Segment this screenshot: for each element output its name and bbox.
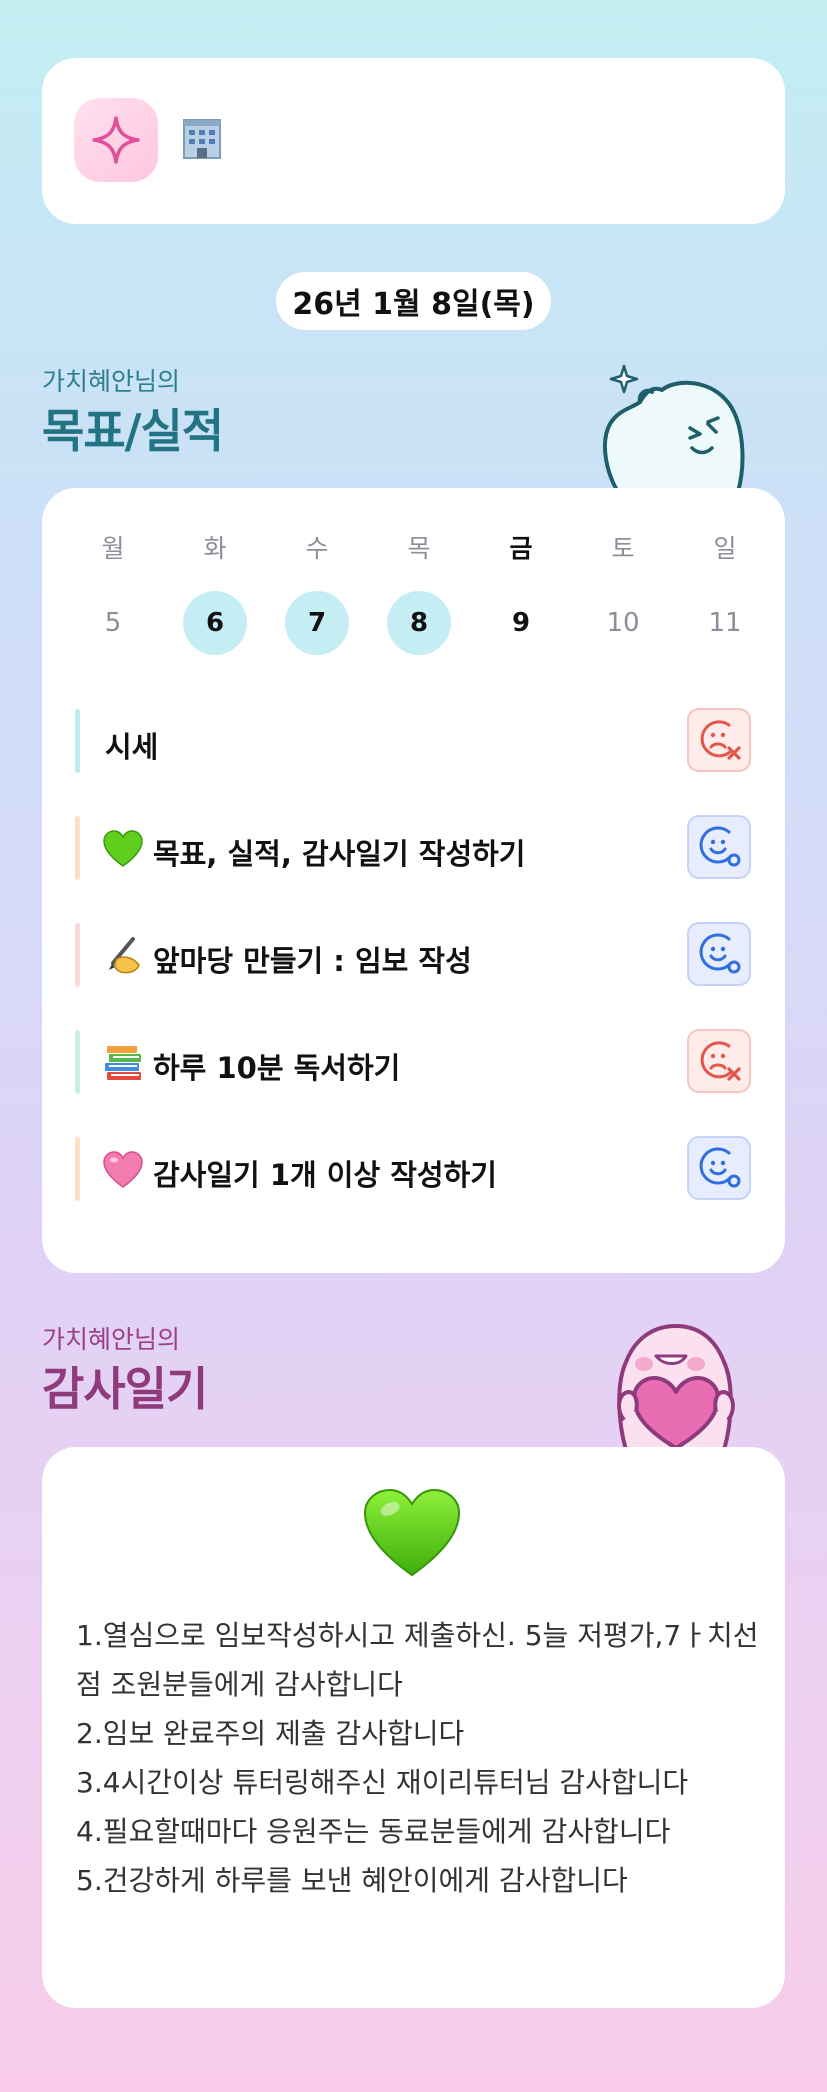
green-heart-icon <box>362 1487 462 1579</box>
weekday-wed: 수 <box>305 534 329 563</box>
weekday-row: 월 화 수 목 금 토 일 <box>78 514 758 584</box>
status-done-button[interactable] <box>687 922 751 986</box>
books-icon <box>103 1044 143 1082</box>
green-heart-icon <box>103 830 143 868</box>
smile-check-icon <box>699 1147 741 1188</box>
goal-item[interactable]: 앞마당 만들기 : 임보 작성 <box>75 920 755 990</box>
pink-heart-icon <box>103 1151 143 1189</box>
goals-section-title: 목표/실적 <box>42 404 224 458</box>
weekday-thu: 목 <box>407 534 431 563</box>
goal-label: 목표, 실적, 감사일기 작성하기 <box>153 837 526 871</box>
smile-check-icon <box>699 933 741 974</box>
gratitude-diary-card[interactable]: 1.열심으로 임보작성하시고 제출하신. 5늘 저평가,7ㅏ치선점 조원분들에게… <box>42 1447 785 2008</box>
date-cell-completed[interactable]: 6 <box>180 588 250 658</box>
date-cell[interactable]: 11 <box>690 588 760 658</box>
goal-color-bar <box>75 1137 80 1201</box>
weekday-tue: 화 <box>203 534 227 563</box>
goals-card: 월 화 수 목 금 토 일 5 6 7 8 9 10 11 시세 목표, 실적,… <box>42 488 785 1273</box>
status-failed-button[interactable] <box>687 708 751 772</box>
profile-card <box>42 58 785 224</box>
date-cell-completed[interactable]: 7 <box>282 588 352 658</box>
date-cell-completed[interactable]: 8 <box>384 588 454 658</box>
writing-hand-icon <box>103 937 143 975</box>
date-cell-today[interactable]: 9 <box>486 588 556 658</box>
mascot-ghost-illustration <box>596 362 752 494</box>
status-done-button[interactable] <box>687 1136 751 1200</box>
diary-entry-text: 1.열심으로 임보작성하시고 제출하신. 5늘 저평가,7ㅏ치선점 조원분들에게… <box>76 1619 759 1897</box>
date-cell[interactable]: 10 <box>588 588 658 658</box>
goal-item[interactable]: 목표, 실적, 감사일기 작성하기 <box>75 813 755 883</box>
status-done-button[interactable] <box>687 815 751 879</box>
goal-item[interactable]: 하루 10분 독서하기 <box>75 1027 755 1097</box>
goal-color-bar <box>75 816 80 880</box>
sad-face-x-icon <box>700 720 741 760</box>
weekday-fri: 금 <box>509 534 533 563</box>
weekday-mon: 월 <box>101 534 125 563</box>
status-failed-button[interactable] <box>687 1029 751 1093</box>
date-cell[interactable]: 5 <box>78 588 148 658</box>
goal-color-bar <box>75 709 80 773</box>
smile-check-icon <box>699 826 741 867</box>
goals-owner-label: 가치혜안님의 <box>42 367 181 396</box>
diary-owner-label: 가치혜안님의 <box>42 1325 181 1354</box>
date-label: 26년 1월 8일(목) <box>292 287 535 322</box>
weekday-sun: 일 <box>713 534 737 563</box>
weekday-sat: 토 <box>611 534 635 563</box>
goal-color-bar <box>75 923 80 987</box>
sparkle-icon[interactable] <box>74 98 158 182</box>
building-icon <box>182 116 222 160</box>
goal-item[interactable]: 감사일기 1개 이상 작성하기 <box>75 1134 755 1204</box>
date-pill[interactable]: 26년 1월 8일(목) <box>276 272 551 330</box>
goal-item[interactable]: 시세 <box>75 706 755 776</box>
goal-color-bar <box>75 1030 80 1094</box>
goal-label: 감사일기 1개 이상 작성하기 <box>153 1158 497 1192</box>
sad-face-x-icon <box>700 1041 741 1081</box>
goal-label: 하루 10분 독서하기 <box>153 1051 401 1085</box>
date-row: 5 6 7 8 9 10 11 <box>78 588 758 658</box>
mascot-heart-illustration <box>596 1322 756 1452</box>
goal-label: 앞마당 만들기 : 임보 작성 <box>153 944 472 978</box>
diary-section-title: 감사일기 <box>42 1362 208 1416</box>
goal-label: 시세 <box>105 730 159 764</box>
